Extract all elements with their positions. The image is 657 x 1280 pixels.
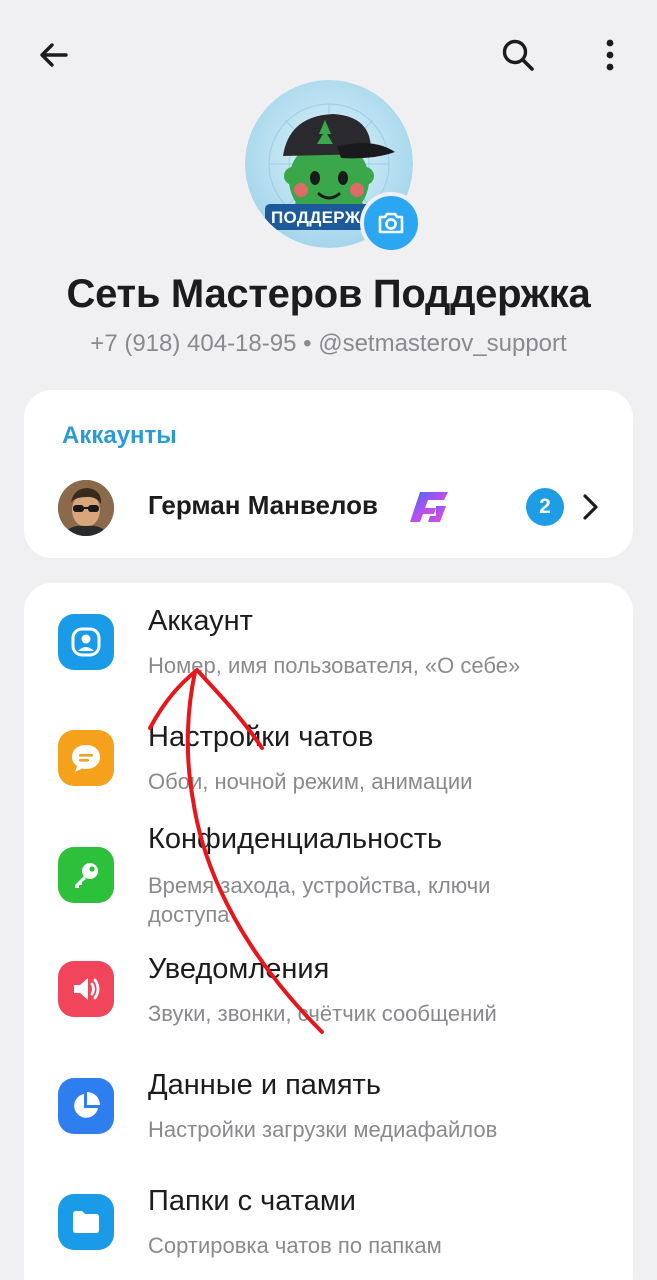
settings-item-account[interactable]: Аккаунт Номер, имя пользователя, «О себе…: [24, 583, 633, 699]
settings-item-notifications[interactable]: Уведомления Звуки, звонки, счётчик сообщ…: [24, 947, 633, 1063]
item-subtitle: Время захода, устройства, ключи доступа: [148, 873, 491, 927]
search-icon: [502, 39, 534, 71]
item-subtitle: Настройки загрузки медиафайлов: [148, 1117, 498, 1142]
avatar-banner-text: ПОДДЕРЖ: [271, 208, 361, 227]
account-name: Герман Манвелов: [148, 490, 378, 520]
search-button[interactable]: [490, 27, 546, 83]
profile-phone[interactable]: +7 (918) 404-18-95: [90, 330, 296, 357]
back-button[interactable]: [26, 27, 82, 83]
accounts-card: Аккаунты Герман Манвелов 2: [24, 390, 633, 558]
camera-icon: [378, 212, 404, 234]
speaker-icon: [58, 961, 114, 1017]
account-row[interactable]: Герман Манвелов 2: [24, 480, 633, 546]
account-avatar: [58, 480, 114, 536]
profile-contact-line: +7 (918) 404-18-95 • @setmasterov_suppor…: [0, 330, 657, 358]
more-options-button[interactable]: [582, 27, 638, 83]
chevron-right-icon: [576, 490, 604, 529]
more-vertical-icon: [606, 39, 614, 71]
profile-name: Сеть Мастеров Поддержка: [66, 272, 591, 316]
pie-chart-icon: [58, 1078, 114, 1134]
item-subtitle: Сортировка чатов по папкам: [148, 1233, 442, 1258]
separator-dot: •: [303, 330, 312, 357]
person-icon: [58, 614, 114, 670]
settings-item-data-storage[interactable]: Данные и память Настройки загрузки медиа…: [24, 1063, 633, 1179]
item-title: Папки с чатами: [148, 1185, 356, 1217]
accounts-section-title: Аккаунты: [62, 422, 177, 449]
item-title: Конфиденциальность: [148, 823, 443, 855]
item-title: Настройки чатов: [148, 721, 374, 753]
arrow-left-icon: [40, 43, 68, 67]
settings-item-chat-settings[interactable]: Настройки чатов Обои, ночной режим, аним…: [24, 699, 633, 815]
chat-bubble-icon: [58, 730, 114, 786]
settings-card: Аккаунт Номер, имя пользователя, «О себе…: [24, 583, 633, 1280]
item-title: Уведомления: [148, 953, 330, 985]
unread-count-badge: 2: [526, 488, 564, 526]
key-icon: [58, 847, 114, 903]
item-title: Аккаунт: [148, 605, 253, 637]
premium-star-icon: [406, 486, 452, 533]
item-subtitle: Обои, ночной режим, анимации: [148, 769, 473, 794]
settings-item-chat-folders[interactable]: Папки с чатами Сортировка чатов по папка…: [24, 1179, 633, 1280]
profile-avatar-container: ПОДДЕРЖ: [245, 80, 422, 254]
set-photo-button[interactable]: [360, 192, 422, 254]
folder-icon: [58, 1194, 114, 1250]
item-subtitle: Номер, имя пользователя, «О себе»: [148, 653, 521, 678]
settings-item-privacy[interactable]: Конфиденциальность Время захода, устройс…: [24, 815, 633, 947]
item-subtitle: Звуки, звонки, счётчик сообщений: [148, 1001, 497, 1026]
settings-screen: ПОДДЕРЖ Сеть Мастеров Поддержка +7 (918)…: [0, 0, 657, 1280]
profile-username[interactable]: @setmasterov_support: [318, 330, 566, 357]
item-title: Данные и память: [148, 1069, 381, 1101]
